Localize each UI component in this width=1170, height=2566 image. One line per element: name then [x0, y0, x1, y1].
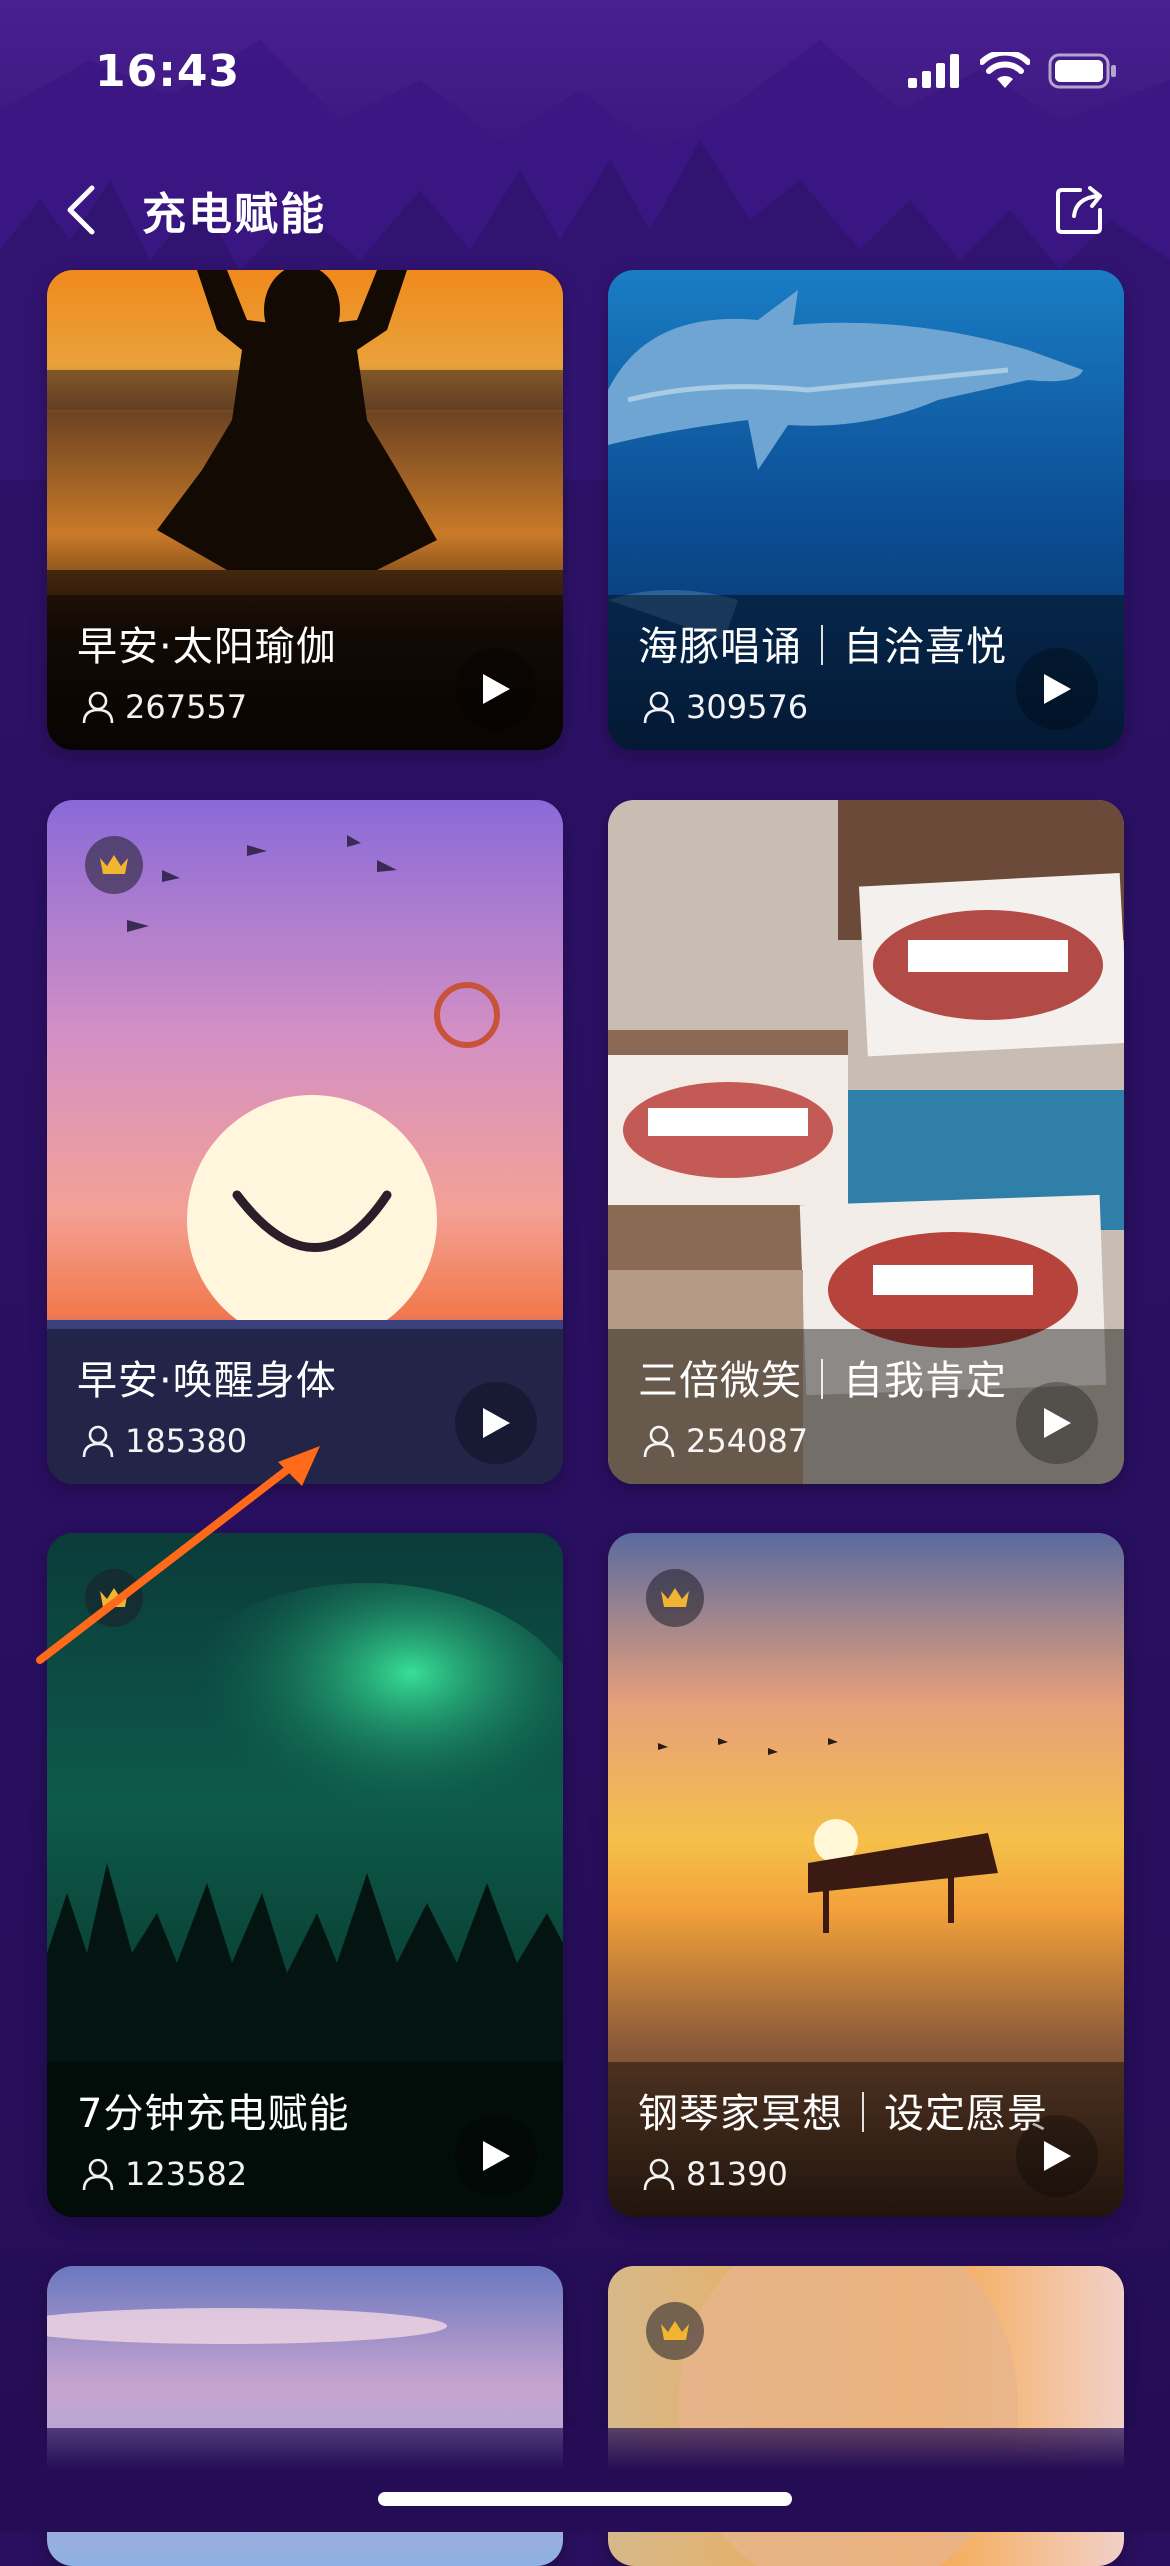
content-card[interactable]: 钢琴家冥想｜设定愿景 81390	[608, 1533, 1124, 2217]
card-title: 海豚唱诵｜自洽喜悦	[638, 624, 1007, 670]
content-card[interactable]: 早安·唤醒身体 185380	[47, 800, 563, 1484]
user-icon	[643, 691, 675, 724]
crown-icon	[661, 1588, 689, 1607]
content-card[interactable]: 海豚唱诵｜自洽喜悦 309576	[608, 270, 1124, 750]
play-button[interactable]	[1016, 2115, 1098, 2197]
card-title: 三倍微笑｜自我肯定	[638, 1358, 1007, 1404]
status-icons	[908, 52, 1118, 90]
wifi-icon	[980, 52, 1030, 88]
nav-bar: 充电赋能	[0, 160, 1170, 260]
play-icon	[483, 1408, 510, 1438]
listen-count: 123582	[81, 2155, 247, 2193]
back-icon[interactable]	[58, 182, 108, 238]
annotation-arrow	[36, 1446, 320, 1664]
premium-badge	[646, 2302, 704, 2360]
play-icon	[1044, 1408, 1071, 1438]
play-button[interactable]	[1016, 1382, 1098, 1464]
share-icon[interactable]	[1054, 180, 1110, 236]
card-title: 早安·唤醒身体	[77, 1358, 337, 1404]
status-bar: 16:43	[0, 0, 1170, 140]
user-icon	[82, 691, 114, 724]
play-button[interactable]	[455, 1382, 537, 1464]
listen-count-value: 267557	[125, 688, 248, 726]
listen-count: 254087	[642, 1422, 808, 1460]
listen-count-value: 309576	[686, 688, 809, 726]
battery-icon	[1048, 53, 1116, 89]
listen-count: 309576	[642, 688, 808, 726]
home-indicator	[378, 2492, 792, 2506]
play-icon	[483, 674, 510, 704]
play-icon	[1044, 674, 1071, 704]
listen-count: 267557	[81, 688, 247, 726]
premium-badge	[646, 1569, 704, 1627]
card-title: 早安·太阳瑜伽	[77, 624, 337, 670]
user-icon	[643, 1425, 675, 1458]
play-button[interactable]	[455, 648, 537, 730]
listen-count-value: 81390	[686, 2155, 788, 2193]
status-time: 16:43	[95, 46, 241, 97]
play-icon	[1044, 2141, 1071, 2171]
card-title: 钢琴家冥想｜设定愿景	[638, 2091, 1048, 2137]
content-card[interactable]: 早安·太阳瑜伽 267557	[47, 270, 563, 750]
page-title: 充电赋能	[142, 189, 326, 240]
listen-count: 81390	[642, 2155, 788, 2193]
listen-count-value: 123582	[125, 2155, 248, 2193]
content-card[interactable]: 三倍微笑｜自我肯定 254087	[608, 800, 1124, 1484]
user-icon	[82, 2158, 114, 2191]
crown-icon	[100, 855, 128, 874]
premium-badge	[85, 836, 143, 894]
listen-count-value: 254087	[686, 1422, 809, 1460]
bottom-fade	[0, 2428, 1170, 2532]
play-icon	[483, 2141, 510, 2171]
user-icon	[643, 2158, 675, 2191]
play-button[interactable]	[1016, 648, 1098, 730]
play-button[interactable]	[455, 2115, 537, 2197]
signal-icon	[908, 54, 959, 88]
card-title: 7分钟充电赋能	[77, 2091, 350, 2137]
crown-icon	[661, 2321, 689, 2340]
